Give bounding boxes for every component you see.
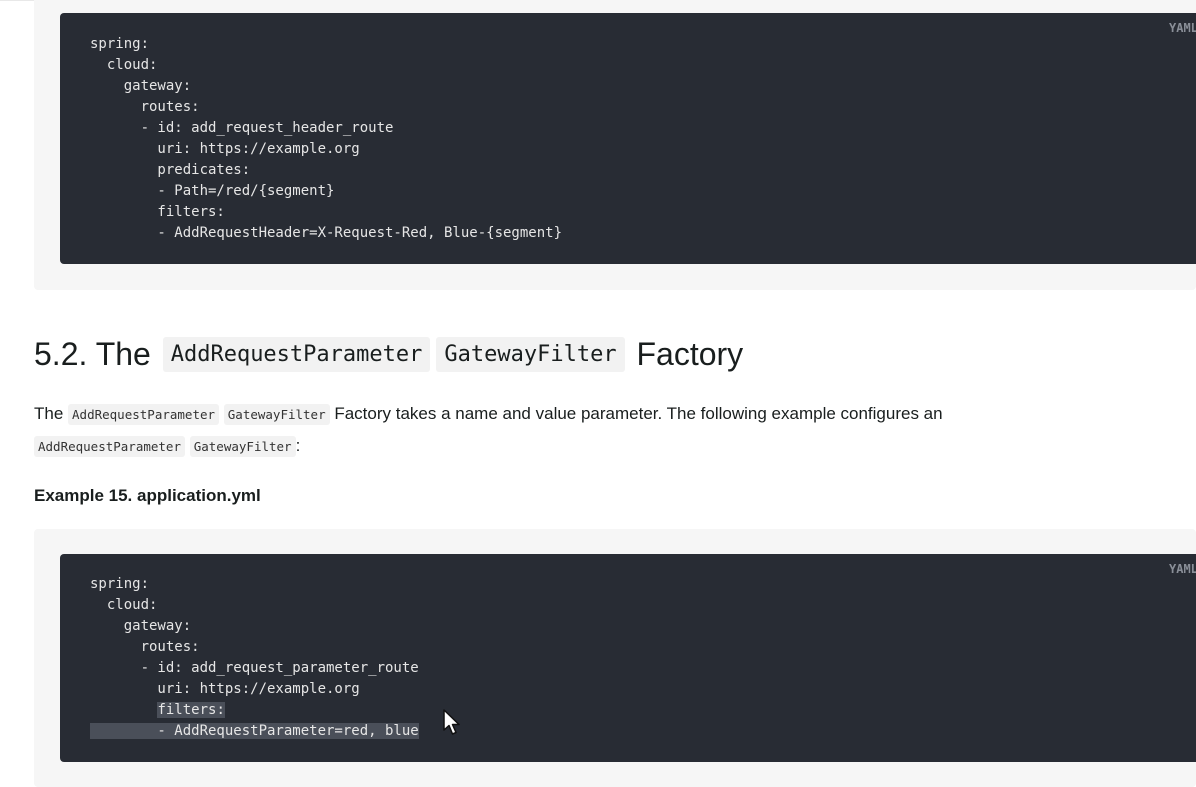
para-end: : [295,436,301,455]
code-line: routes: [90,639,200,655]
code-line: filters: [90,204,225,220]
code-line: cloud: [90,597,158,613]
code-line-selected: filters: [90,700,419,721]
code-line: - Path=/red/{segment} [90,183,335,199]
code-line: gateway: [90,618,192,634]
heading-suffix: Factory [636,336,744,372]
inline-code: GatewayFilter [223,404,330,425]
selected-text: filters: [157,702,225,718]
code-line: gateway: [90,78,192,94]
inline-code: GatewayFilter [189,436,296,457]
code-listing-2: YAML spring: cloud: gateway: routes: - i… [34,529,1196,787]
code-listing-1: YAML spring: cloud: gateway: routes: - i… [34,0,1196,290]
para-text: Factory takes a name and value parameter… [334,404,943,423]
code-lines-1: spring: cloud: gateway: routes: - id: ad… [90,34,562,244]
code-line: spring: [90,36,150,52]
code-block-1[interactable]: YAML spring: cloud: gateway: routes: - i… [60,13,1196,264]
section-number: 5.2. The [34,336,151,372]
heading-code-gateway-filter: GatewayFilter [436,337,625,372]
language-label: YAML [1169,21,1196,35]
example-title: Example 15. application.yml [34,486,261,505]
code-line-selected: - AddRequestParameter=red, blue [90,721,419,742]
code-line: uri: https://example.org [90,681,360,697]
heading-code-add-request-parameter: AddRequestParameter [162,337,431,372]
inline-code: AddRequestParameter [34,436,185,457]
code-line: - id: add_request_parameter_route [90,660,419,676]
code-line: - id: add_request_header_route [90,120,394,136]
para-word: The [34,404,64,423]
code-line: uri: https://example.org [90,141,360,157]
code-line: predicates: [90,162,251,178]
mouse-pointer-icon [443,709,460,735]
code-line: - AddRequestHeader=X-Request-Red, Blue-{… [90,225,563,241]
code-lines-2: spring: cloud: gateway: routes: - id: ad… [90,574,419,742]
selected-text: - AddRequestParameter=red, blue [90,723,419,739]
code-line: cloud: [90,57,158,73]
section-heading: 5.2. The AddRequestParameter GatewayFilte… [34,332,743,381]
code-line: spring: [90,576,150,592]
description-paragraph: The AddRequestParameter GatewayFilter Fa… [34,398,1184,462]
code-line: routes: [90,99,200,115]
language-label: YAML [1169,562,1196,576]
code-block-2[interactable]: YAML spring: cloud: gateway: routes: - i… [60,554,1196,762]
inline-code: AddRequestParameter [68,404,220,425]
